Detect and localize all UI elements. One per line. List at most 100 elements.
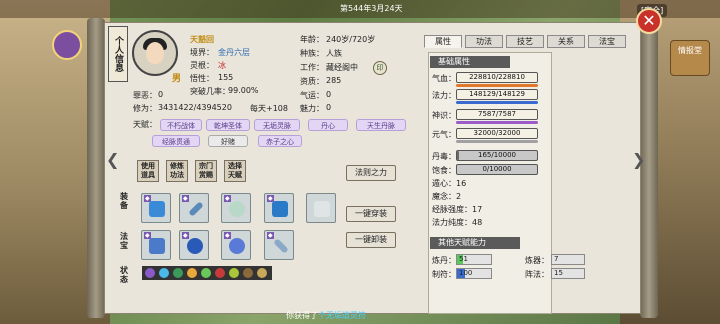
intel-hall-button[interactable]: 情报堂 [670,40,710,76]
slot-tag: ◆ [267,232,274,239]
status-effects-bar [142,266,272,280]
slot-tag: ◆ [182,232,189,239]
tab-arts[interactable]: 技艺 [506,35,544,48]
formation-box: 15 [551,268,585,279]
break-chance-value: 99.00% [228,86,259,95]
tab-treasures[interactable]: 法宝 [588,35,626,48]
talent-chip[interactable]: 乾坤圣体 [206,119,250,131]
talent-chip[interactable]: 无垢灵脉 [254,119,300,131]
buff-icon[interactable] [215,268,225,278]
yuanqi-value: 32000/32000 [473,129,521,137]
formation-label: 阵法： [525,270,549,279]
buff-icon[interactable] [243,268,253,278]
talisman-label: 制符： [432,270,456,279]
gender-label: 男 [172,74,182,84]
slot-tag: ◆ [182,195,189,202]
aptitude-label: 资质： [300,77,324,86]
race-value: 人族 [326,49,342,58]
charm-value: 0 [326,103,332,112]
hp-accent-line [456,84,538,87]
per-day-gain: 每天+108 [250,104,288,113]
ring-icon [229,201,245,217]
equip-slot-empty[interactable] [306,193,336,223]
buff-icon[interactable] [229,268,239,278]
talent-chip[interactable]: 不朽战体 [160,119,202,131]
talent-chip[interactable]: 赤子之心 [258,135,302,147]
dunxin-stat: 遁心：16 [432,179,467,188]
realm-label: 境界： [190,48,214,57]
equip-slot-sword[interactable]: ◆ [179,193,209,223]
treasure-slot[interactable]: ◆ [264,230,294,260]
poison-label: 丹毒： [432,152,456,161]
break-chance-label: 突破几率： [190,87,230,96]
seal-badge[interactable]: 印 [373,61,387,75]
orb-icon [187,238,203,254]
meridian-stat: 经脉强度：17 [432,205,483,214]
race-label: 种族： [300,49,324,58]
poison-bar: 165/10000 [456,150,538,161]
forging-label: 炼器： [525,256,549,265]
chat-item[interactable]: 个无垢道灵符 [318,311,366,320]
alchemy-label: 炼丹： [432,256,456,265]
buff-icon[interactable] [159,268,169,278]
equip-slot-robe[interactable]: ◆ [141,193,171,223]
tab-attributes[interactable]: 属性 [424,35,462,48]
alchemy-value: 51 [459,255,468,263]
yuanqi-accent-line [456,140,538,143]
equip-slot-boots[interactable]: ◆ [264,193,294,223]
yuanqi-label: 元气： [432,130,456,139]
talent-chip[interactable]: 丹心 [308,119,348,131]
mana-purity-stat: 法力纯度：48 [432,218,483,227]
equip-slot-ring[interactable]: ◆ [221,193,251,223]
law-power-button[interactable]: 法则之力 [346,165,396,181]
lock-icon [314,201,330,217]
mana-bar: 148129/148129 [456,89,538,100]
cultivation-value: 3431422/4394520 [158,103,232,112]
blade-icon [273,238,289,254]
buff-icon[interactable] [257,268,267,278]
prev-arrow-icon[interactable]: ❮ [106,150,119,169]
buff-icon[interactable] [145,268,155,278]
portrait-face [146,42,164,64]
cultivate-skill-button[interactable]: 修炼功法 [166,160,188,182]
tab-skills[interactable]: 功法 [465,35,503,48]
talent-chip[interactable]: 好赌 [208,135,248,147]
forging-value: 7 [554,255,559,263]
talent-chip[interactable]: 天生丹脉 [356,119,406,131]
close-button[interactable]: ✕ [636,8,662,34]
remove-all-button[interactable]: 一键卸装 [346,232,396,248]
mana-label: 法力： [432,91,456,100]
chat-prefix: 你获得了 [286,311,318,320]
robe-icon [149,201,165,217]
slot-tag: ◆ [224,232,231,239]
sin-value: 0 [158,90,164,99]
treasure-slot[interactable]: ◆ [221,230,251,260]
wear-all-button[interactable]: 一键穿装 [346,206,396,222]
player-avatar[interactable] [52,30,82,60]
work-value: 藏经阁中 [326,63,358,72]
treasure-slot[interactable]: ◆ [141,230,171,260]
next-arrow-icon[interactable]: ❯ [632,150,645,169]
alchemy-box: 51 [456,254,492,265]
root-value: 冰 [218,61,226,70]
buff-icon[interactable] [173,268,183,278]
hp-bar: 228810/228810 [456,72,538,83]
root-label: 灵根： [190,61,214,70]
use-item-button[interactable]: 使用道具 [137,160,159,182]
choose-talent-button[interactable]: 选择天赋 [224,160,246,182]
wuxing-label: 悟性： [190,74,214,83]
charm-label: 魅力： [300,104,324,113]
forging-box: 7 [551,254,585,265]
status-label: 状态 [120,266,128,284]
buff-icon[interactable] [201,268,211,278]
buff-icon[interactable] [187,268,197,278]
lotus-icon [229,238,245,254]
boots-icon [272,201,288,217]
talent-chip[interactable]: 经脉贯通 [152,135,200,147]
age-label: 年龄： [300,35,324,44]
other-talents-header: 其他天赋能力 [430,237,520,249]
treasure-slot[interactable]: ◆ [179,230,209,260]
luck-label: 气运： [300,91,324,100]
sect-reward-button[interactable]: 宗门赏赐 [195,160,217,182]
tab-relations[interactable]: 关系 [547,35,585,48]
